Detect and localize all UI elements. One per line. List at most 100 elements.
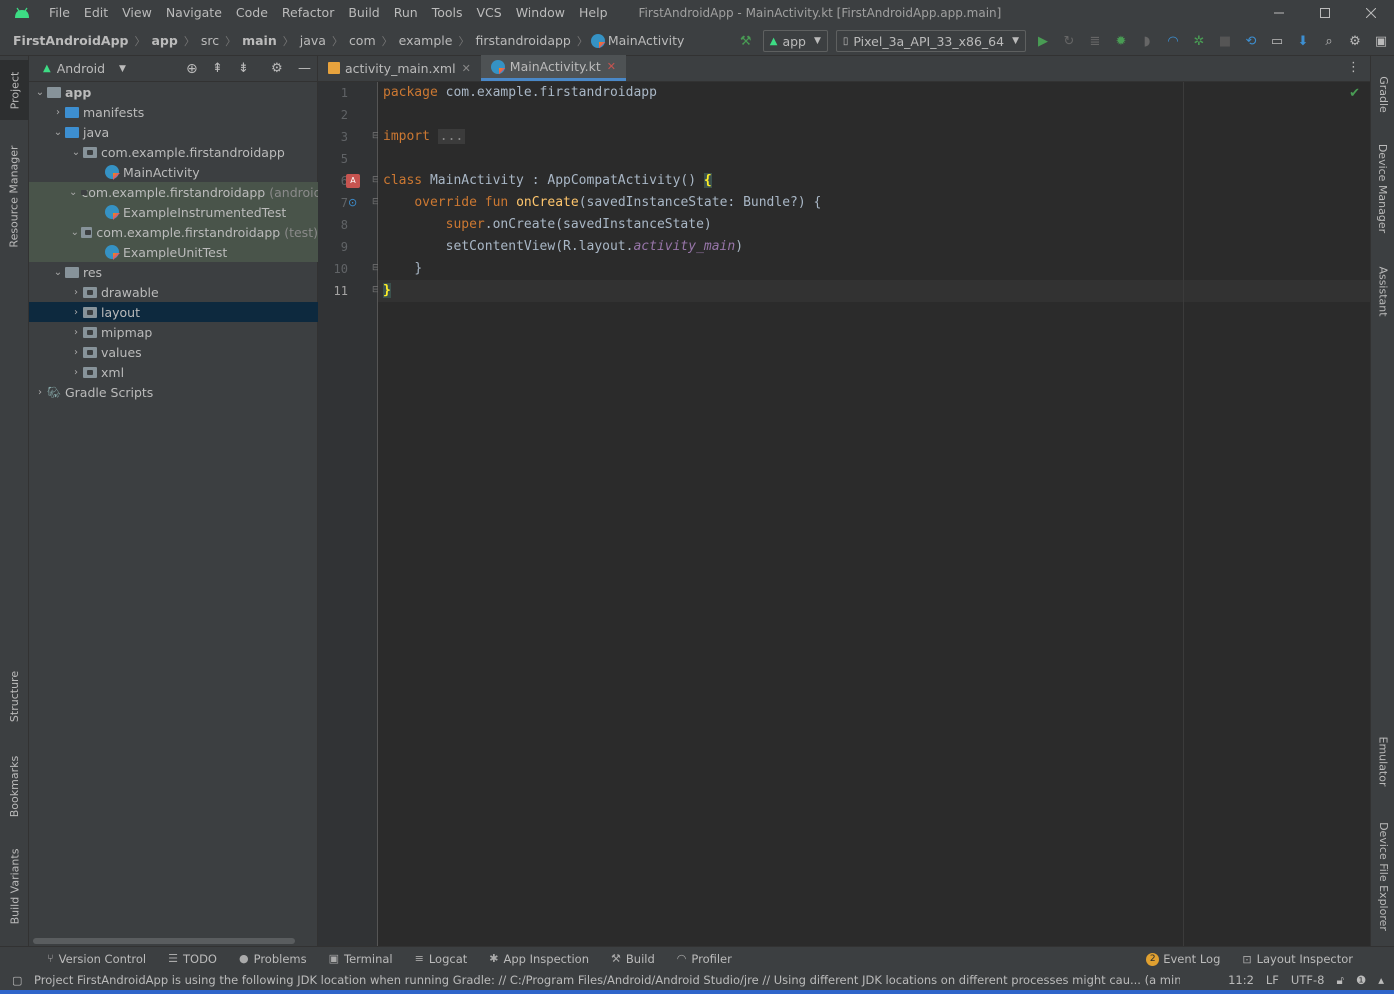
- attach-debugger-button[interactable]: ✲: [1186, 26, 1212, 56]
- tree-item-drawable[interactable]: › drawable: [29, 282, 318, 302]
- account-button[interactable]: ▣: [1368, 26, 1394, 56]
- settings-button[interactable]: ⚙: [1342, 26, 1368, 56]
- menu-file[interactable]: File: [42, 0, 77, 26]
- run-config-select[interactable]: ▲ app ▼: [762, 30, 828, 52]
- close-tab-icon[interactable]: ✕: [462, 62, 471, 75]
- menu-vcs[interactable]: VCS: [470, 0, 509, 26]
- tab-activity-main-xml[interactable]: activity_main.xml ✕: [318, 55, 481, 81]
- breadcrumb-package[interactable]: firstandroidapp: [472, 33, 573, 48]
- tree-item-package-androidtest[interactable]: ⌄ com.example.firstandroidapp (androidT: [29, 182, 329, 202]
- tool-tab-structure[interactable]: Structure: [0, 661, 29, 731]
- apply-changes-button[interactable]: ↻: [1056, 26, 1082, 56]
- debug-button[interactable]: ✹: [1108, 26, 1134, 56]
- sync-gradle-button[interactable]: ⟲: [1238, 26, 1264, 56]
- tree-item-java[interactable]: ⌄ java: [29, 122, 318, 142]
- breadcrumb-project[interactable]: FirstAndroidApp: [10, 33, 131, 48]
- tool-tab-device-file-explorer[interactable]: Device File Explorer: [1371, 816, 1394, 936]
- close-tab-icon[interactable]: ✕: [607, 60, 616, 73]
- chevron-down-icon[interactable]: ▼: [119, 64, 126, 74]
- breadcrumb-example[interactable]: example: [396, 33, 456, 48]
- minimize-button[interactable]: [1256, 0, 1302, 26]
- breadcrumb-src[interactable]: src: [198, 33, 222, 48]
- tree-item-app[interactable]: ⌄ app: [29, 82, 318, 102]
- chevron-right-icon[interactable]: ›: [33, 387, 47, 398]
- tool-tab-problems[interactable]: ● Problems: [228, 952, 318, 966]
- tree-item-package-main[interactable]: ⌄ com.example.firstandroidapp: [29, 142, 318, 162]
- menu-view[interactable]: View: [115, 0, 159, 26]
- tree-item-gradle-scripts[interactable]: › 🐘︎ Gradle Scripts: [29, 382, 318, 402]
- file-encoding[interactable]: UTF-8: [1291, 973, 1325, 987]
- lock-icon[interactable]: 🔓︎: [1336, 973, 1343, 988]
- tree-item-mainactivity[interactable]: MainActivity: [29, 162, 318, 182]
- folded-imports[interactable]: ...: [437, 129, 466, 144]
- breadcrumb-app[interactable]: app: [148, 33, 180, 48]
- chevron-down-icon[interactable]: ⌄: [33, 87, 47, 98]
- breadcrumb-main[interactable]: main: [239, 33, 280, 48]
- more-options-icon[interactable]: ⋮: [1347, 60, 1360, 75]
- chevron-down-icon[interactable]: ⌄: [51, 127, 65, 138]
- coverage-button[interactable]: ◗: [1134, 26, 1160, 56]
- activity-marker-icon[interactable]: A: [346, 174, 360, 188]
- no-problems-check-icon[interactable]: ✔: [1349, 86, 1360, 101]
- menu-help[interactable]: Help: [572, 0, 615, 26]
- tool-tab-project[interactable]: Project: [0, 60, 29, 120]
- tool-tab-layout-inspector[interactable]: ⊡ Layout Inspector: [1231, 952, 1364, 966]
- status-message[interactable]: Project FirstAndroidApp is using the fol…: [0, 973, 1180, 987]
- run-button[interactable]: ▶: [1030, 26, 1056, 56]
- chevron-down-icon[interactable]: ⌄: [69, 227, 81, 238]
- notifications-icon[interactable]: ▴: [1378, 973, 1384, 987]
- code-editor[interactable]: package com.example.firstandroidapp impo…: [378, 82, 1370, 946]
- status-toggle-icon[interactable]: ▢: [12, 974, 22, 987]
- tool-tab-logcat[interactable]: ≡ Logcat: [404, 952, 479, 966]
- chevron-down-icon[interactable]: ⌄: [51, 267, 65, 278]
- tree-item-res[interactable]: ⌄ res: [29, 262, 318, 282]
- menu-code[interactable]: Code: [229, 0, 275, 26]
- tool-tab-event-log[interactable]: 2 Event Log: [1135, 952, 1231, 966]
- breadcrumb-java[interactable]: java: [297, 33, 329, 48]
- memory-indicator-icon[interactable]: ❶: [1356, 973, 1366, 987]
- menu-navigate[interactable]: Navigate: [159, 0, 229, 26]
- tool-tab-device-manager[interactable]: Device Manager: [1371, 136, 1394, 241]
- breadcrumb-com[interactable]: com: [346, 33, 379, 48]
- device-select[interactable]: ▯ Pixel_3a_API_33_x86_64 ▼: [835, 30, 1026, 52]
- tool-tab-terminal[interactable]: ▣ Terminal: [318, 952, 404, 966]
- breadcrumb-mainactivity[interactable]: MainActivity: [605, 33, 688, 48]
- tool-tab-build[interactable]: ⚒ Build: [600, 952, 666, 966]
- line-separator[interactable]: LF: [1266, 973, 1279, 987]
- tool-tab-emulator[interactable]: Emulator: [1371, 726, 1394, 796]
- maximize-button[interactable]: [1302, 0, 1348, 26]
- tree-item-unit-test[interactable]: ExampleUnitTest: [29, 242, 318, 262]
- override-marker-icon[interactable]: ⊙: [348, 196, 357, 209]
- menu-tools[interactable]: Tools: [425, 0, 470, 26]
- hide-panel-icon[interactable]: —: [298, 61, 311, 76]
- chevron-right-icon[interactable]: ›: [69, 287, 83, 298]
- tool-tab-bookmarks[interactable]: Bookmarks: [0, 746, 29, 826]
- horizontal-scrollbar[interactable]: [33, 938, 295, 944]
- menu-refactor[interactable]: Refactor: [275, 0, 341, 26]
- tool-tab-todo[interactable]: ☰ TODO: [157, 952, 228, 966]
- tool-tab-profiler[interactable]: ◠ Profiler: [666, 952, 743, 966]
- select-opened-file-icon[interactable]: ⊕: [186, 61, 198, 77]
- chevron-right-icon[interactable]: ›: [69, 307, 83, 318]
- tree-item-values[interactable]: › values: [29, 342, 318, 362]
- tree-item-package-test[interactable]: ⌄ com.example.firstandroidapp (test): [29, 222, 318, 242]
- tool-tab-app-inspection[interactable]: ✱ App Inspection: [478, 952, 600, 966]
- chevron-right-icon[interactable]: ›: [69, 367, 83, 378]
- menu-edit[interactable]: Edit: [77, 0, 115, 26]
- tree-item-xml[interactable]: › xml: [29, 362, 318, 382]
- profile-button[interactable]: ◠: [1160, 26, 1186, 56]
- tree-item-instrumented-test[interactable]: ExampleInstrumentedTest: [29, 202, 318, 222]
- close-window-button[interactable]: [1348, 0, 1394, 26]
- search-button[interactable]: ⌕: [1316, 26, 1342, 56]
- tool-tab-gradle[interactable]: Gradle: [1371, 64, 1394, 124]
- gear-icon[interactable]: ⚙: [271, 61, 283, 76]
- project-view-select[interactable]: Android: [57, 61, 105, 76]
- caret-position[interactable]: 11:2: [1228, 973, 1254, 987]
- chevron-down-icon[interactable]: ⌄: [69, 147, 83, 158]
- apply-code-changes-button[interactable]: ≣: [1082, 26, 1108, 56]
- tool-tab-build-variants[interactable]: Build Variants: [0, 841, 29, 931]
- tree-item-mipmap[interactable]: › mipmap: [29, 322, 318, 342]
- tree-item-layout[interactable]: › layout: [29, 302, 318, 322]
- stop-button[interactable]: ■: [1212, 26, 1238, 56]
- menu-run[interactable]: Run: [387, 0, 425, 26]
